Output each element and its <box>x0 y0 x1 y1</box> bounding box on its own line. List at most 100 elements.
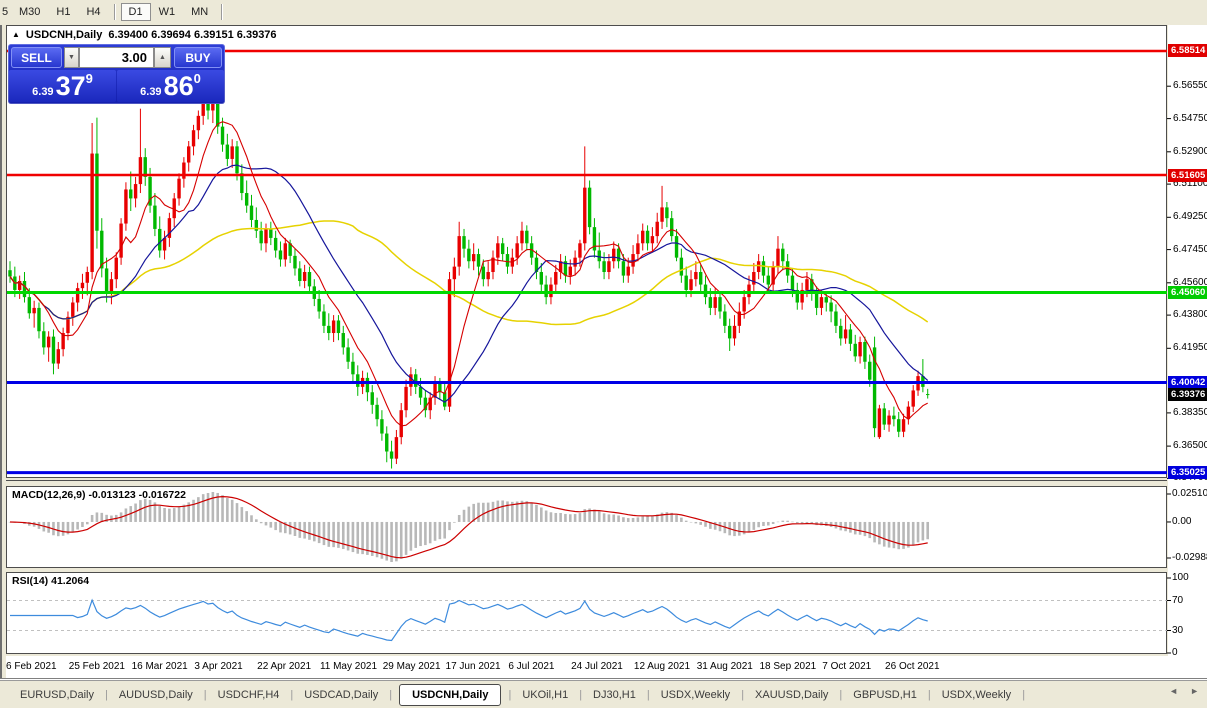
tab-scroll-controls: ◄ ► <box>1169 686 1199 696</box>
price-tick-label: 6.52900 <box>1173 145 1207 157</box>
tab-usdcnh-daily[interactable]: USDCNH,Daily <box>399 683 502 706</box>
price-tick-label: 6.36500 <box>1173 440 1207 452</box>
toolbar-timeframe-h4[interactable]: H4 <box>78 3 108 21</box>
symbol-tab-bar: EURUSD,Daily | AUDUSD,Daily | USDCHF,H4 | USDC… <box>0 680 1207 708</box>
tab-separator: | <box>104 688 108 701</box>
tab-separator: | <box>741 688 745 701</box>
volume-decrease-button[interactable]: ▼ <box>64 47 79 68</box>
price-tick-label: 6.56550 <box>1173 80 1207 92</box>
sell-price-prefix: 6.39 <box>32 86 54 98</box>
date-axis-label: 26 Oct 2021 <box>885 661 940 672</box>
tab-dj30-h1[interactable]: DJ30,H1 <box>589 685 640 705</box>
horizontal-level-lines[interactable] <box>7 49 1167 475</box>
tab-separator: | <box>646 688 650 701</box>
tab-eurusd-daily[interactable]: EURUSD,Daily <box>16 685 98 705</box>
toolbar-timeframe-m30[interactable]: M30 <box>11 3 48 21</box>
date-axis-label: 24 Jul 2021 <box>571 661 623 672</box>
toolbar-timeframe-5[interactable]: 5 <box>0 3 11 21</box>
chart-ohlc-values: 6.39400 6.39694 6.39151 6.39376 <box>108 29 277 41</box>
chevron-up-icon: ▲ <box>159 54 166 61</box>
tab-separator: | <box>389 688 393 701</box>
chevron-down-icon: ▼ <box>68 54 75 61</box>
toolbar-timeframe-h1[interactable]: H1 <box>48 3 78 21</box>
tab-audusd-daily[interactable]: AUDUSD,Daily <box>115 685 197 705</box>
chart-title: ▲ USDCNH,Daily 6.39400 6.39694 6.39151 6… <box>12 29 277 41</box>
buy-price-quote[interactable]: 6.39 86 0 <box>117 70 224 102</box>
buy-button[interactable]: BUY <box>174 47 222 68</box>
rsi-value: 41.2064 <box>51 575 90 587</box>
tab-usdx-weekly[interactable]: USDX,Weekly <box>657 685 734 705</box>
sell-price-quote[interactable]: 6.39 37 9 <box>9 70 116 102</box>
date-axis-label: 11 May 2021 <box>319 661 378 672</box>
collapse-chart-icon[interactable]: ▲ <box>12 31 20 39</box>
rsi-axis-label: 70 <box>1172 594 1184 606</box>
sell-price-main: 37 <box>55 71 86 102</box>
rsi-axis-label: 30 <box>1172 624 1184 636</box>
toolbar-separator <box>113 4 116 20</box>
date-axis-label: 22 Apr 2021 <box>257 661 312 672</box>
tab-scroll-left-icon[interactable]: ◄ <box>1169 686 1178 696</box>
macd-name: MACD(12,26,9) <box>12 489 86 501</box>
toolbar-timeframe-mn[interactable]: MN <box>183 3 216 21</box>
volume-increase-button[interactable]: ▲ <box>154 47 171 68</box>
date-axis-label: 6 Feb 2021 <box>6 661 57 672</box>
tab-xauusd-daily[interactable]: XAUUSD,Daily <box>751 685 832 705</box>
price-tick-label: 6.38350 <box>1173 406 1207 418</box>
date-axis-label: 18 Sep 2021 <box>759 661 817 672</box>
sell-price-pip: 9 <box>85 71 93 86</box>
trading-terminal: 5 M30 H1 H4 D1 W1 MN ▲ USDCNH,Daily 6.39400 6.… <box>0 0 1207 708</box>
buy-price-prefix: 6.39 <box>140 86 162 98</box>
date-axis-label: 3 Apr 2021 <box>194 661 243 672</box>
rsi-series <box>7 598 1167 642</box>
tab-usdchf-h4[interactable]: USDCHF,H4 <box>214 685 284 705</box>
macd-axis-label: 0.00 <box>1172 515 1192 527</box>
price-level-badge: 6.35025 <box>1168 466 1207 480</box>
macd-values: -0.013123 -0.016722 <box>88 489 186 501</box>
date-axis-label: 7 Oct 2021 <box>822 661 872 672</box>
price-chart-canvas[interactable] <box>6 25 1207 678</box>
tab-separator: | <box>290 688 294 701</box>
current-price-badge: 6.39376 <box>1168 387 1207 401</box>
sell-button[interactable]: SELL <box>11 47 62 68</box>
macd-series <box>8 492 929 562</box>
rsi-axis-label: 100 <box>1172 572 1189 583</box>
price-level-badge: 6.58514 <box>1168 44 1207 58</box>
rsi-axis-label: 0 <box>1172 647 1178 658</box>
window-left-border <box>0 25 2 678</box>
tab-usdx-weekly-2[interactable]: USDX,Weekly <box>938 685 1015 705</box>
date-axis-label: 16 Mar 2021 <box>131 661 188 672</box>
tab-separator: | <box>203 688 207 701</box>
volume-input[interactable] <box>79 47 154 68</box>
candlestick-series <box>8 86 930 469</box>
date-axis-label: 25 Feb 2021 <box>68 661 125 672</box>
toolbar-timeframe-w1[interactable]: W1 <box>151 3 184 21</box>
rsi-name: RSI(14) <box>12 575 49 587</box>
price-tick-label: 6.41950 <box>1173 342 1207 354</box>
date-axis-label: 29 May 2021 <box>382 661 441 672</box>
tab-separator: | <box>839 688 843 701</box>
tab-scroll-right-icon[interactable]: ► <box>1190 686 1199 696</box>
timeframe-toolbar: 5 M30 H1 H4 D1 W1 MN <box>0 0 1207 24</box>
toolbar-timeframe-d1[interactable]: D1 <box>120 3 151 21</box>
tab-usdcad-daily[interactable]: USDCAD,Daily <box>300 685 382 705</box>
one-click-trading-panel: SELL ▼ ▲ BUY 6.39 37 9 6.39 86 0 <box>8 44 225 104</box>
date-axis-label: 31 Aug 2021 <box>696 661 753 672</box>
tab-ukoil-h1[interactable]: UKOil,H1 <box>518 685 572 705</box>
tab-gbpusd-h1[interactable]: GBPUSD,H1 <box>849 685 921 705</box>
buy-price-pip: 0 <box>193 71 201 86</box>
price-tick-label: 6.47450 <box>1173 243 1207 255</box>
price-level-badge: 6.51605 <box>1168 168 1207 182</box>
date-axis-label: 6 Jul 2021 <box>508 661 555 672</box>
price-level-badge: 6.45060 <box>1168 285 1207 299</box>
date-axis-label: 12 Aug 2021 <box>633 661 691 672</box>
price-tick-label: 6.54750 <box>1173 112 1207 124</box>
buy-price-main: 86 <box>163 71 194 102</box>
tab-separator: | <box>927 688 931 701</box>
tab-separator: | <box>579 688 583 701</box>
date-axis-label: 17 Jun 2021 <box>445 661 501 672</box>
price-tick-label: 6.49250 <box>1173 211 1207 223</box>
macd-axis-label: -0.029880 <box>1172 552 1207 563</box>
tab-separator: | <box>508 688 512 701</box>
tab-separator: | <box>1022 688 1026 701</box>
chart-symbol-label: USDCNH,Daily <box>25 29 103 41</box>
